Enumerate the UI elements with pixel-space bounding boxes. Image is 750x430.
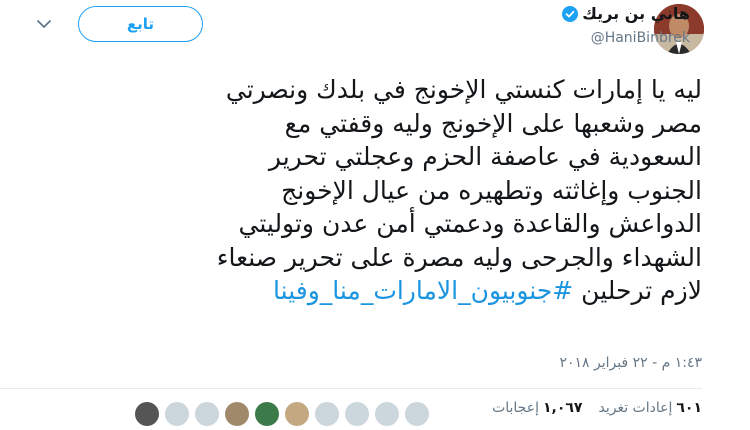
liker-avatar[interactable] [165, 402, 189, 426]
retweets-stat[interactable]: ٦٠١إعادات تغريد [598, 400, 702, 416]
liker-avatar[interactable] [285, 402, 309, 426]
likes-count: ١,٠٦٧ [542, 400, 583, 416]
likes-label: إعجابات [492, 400, 539, 416]
tweet-timestamp[interactable]: ١:٤٣ م - ٢٢ فبراير ٢٠١٨ [559, 355, 702, 371]
liker-avatar[interactable] [345, 402, 369, 426]
divider [0, 388, 702, 389]
retweets-label: إعادات تغريد [598, 400, 673, 416]
liker-avatar[interactable] [375, 402, 399, 426]
chevron-down-icon[interactable] [34, 14, 54, 34]
display-name[interactable]: هاني بن بريك [562, 4, 690, 23]
liker-avatar[interactable] [315, 402, 339, 426]
liker-avatar[interactable] [225, 402, 249, 426]
retweets-count: ٦٠١ [676, 400, 702, 416]
liker-avatars [135, 402, 429, 426]
verified-badge-icon [562, 5, 579, 22]
liker-avatar[interactable] [135, 402, 159, 426]
display-name-text: هاني بن بريك [582, 4, 690, 23]
follow-button[interactable]: تابع [78, 6, 203, 42]
likes-stat[interactable]: ١,٠٦٧إعجابات [492, 400, 582, 416]
liker-avatar[interactable] [405, 402, 429, 426]
liker-avatar[interactable] [195, 402, 219, 426]
liker-avatar[interactable] [255, 402, 279, 426]
user-handle[interactable]: @HaniBinbrek [591, 30, 690, 46]
tweet-text: ليه يا إمارات كنستي الإخونج في بلدك ونصر… [62, 73, 702, 308]
tweet-body: ليه يا إمارات كنستي الإخونج في بلدك ونصر… [216, 75, 702, 305]
tweet-stats: ٦٠١إعادات تغريد ١,٠٦٧إعجابات [492, 400, 702, 416]
hashtag-link[interactable]: #جنوبيون_الامارات_منا_وفينا [273, 276, 573, 305]
